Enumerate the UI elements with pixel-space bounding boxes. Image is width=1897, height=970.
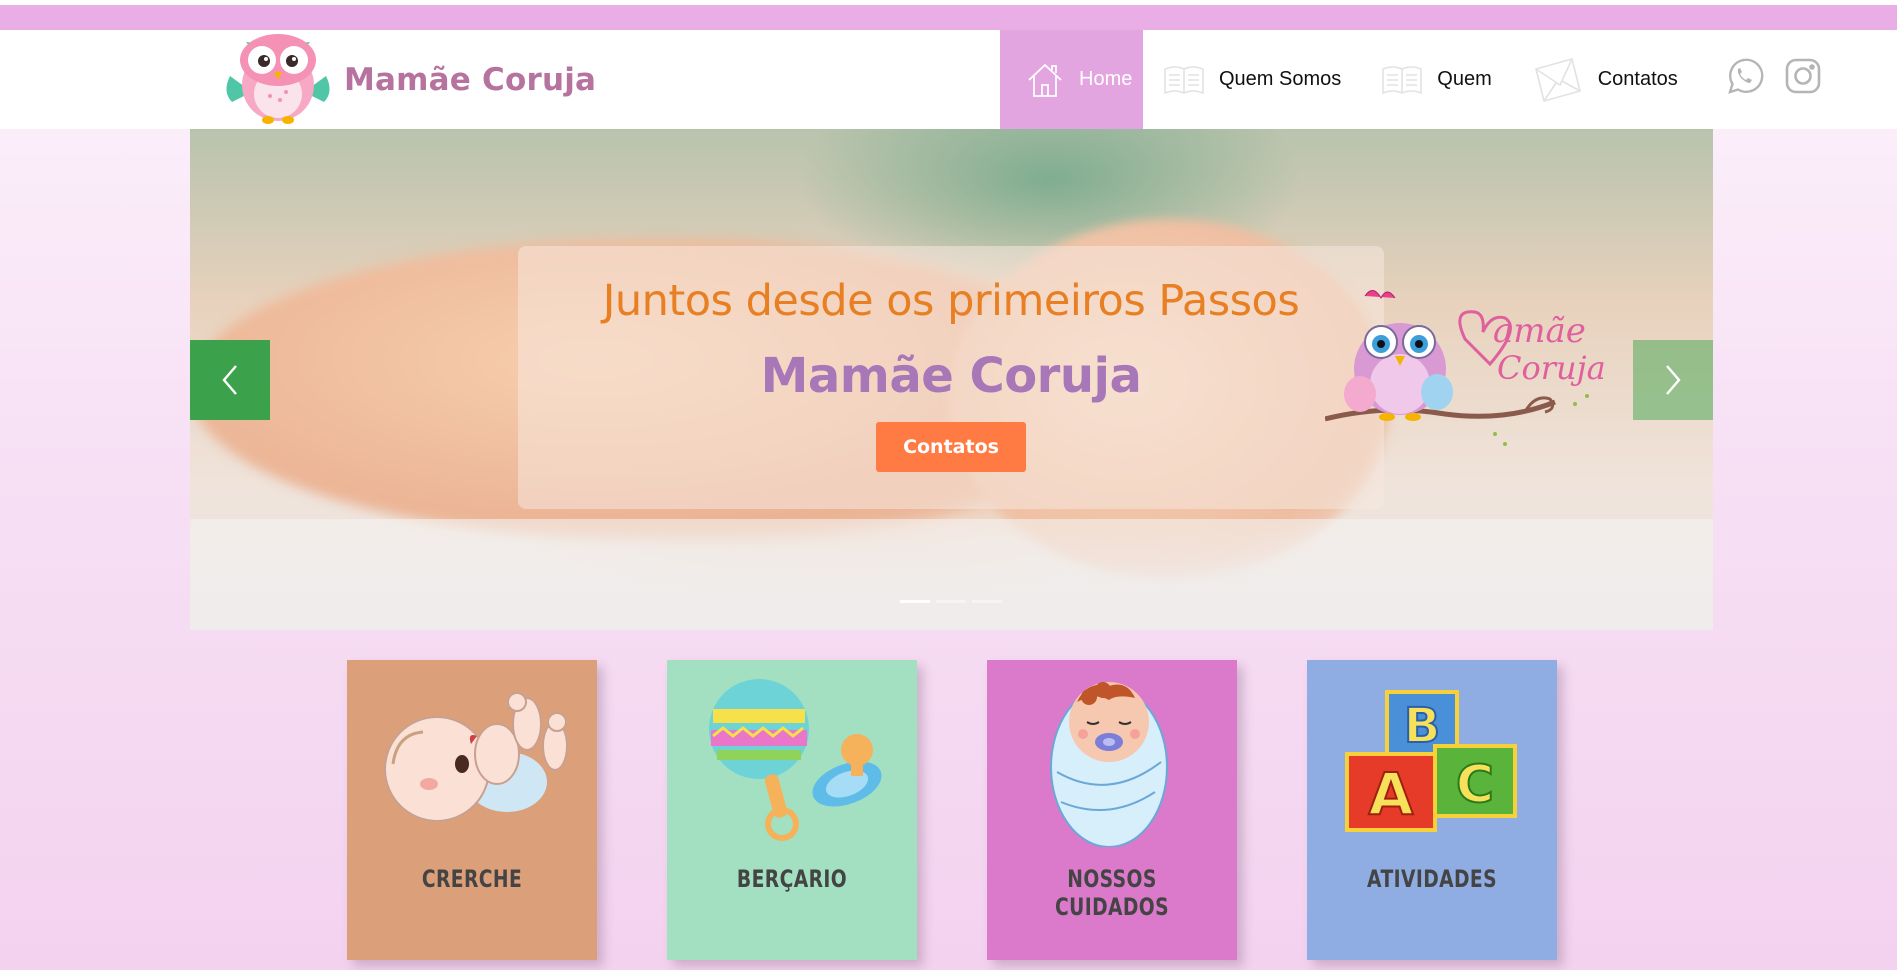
slide-title: Juntos desde os primeiros Passos: [602, 276, 1300, 326]
owl-icon: [222, 30, 334, 129]
home-icon: [1025, 60, 1065, 100]
instagram-icon[interactable]: [1784, 57, 1822, 100]
slider-indicator-3[interactable]: [972, 600, 1002, 603]
book-icon: [1163, 63, 1205, 97]
abc-blocks-icon: B A C: [1307, 674, 1557, 844]
contatos-button[interactable]: Contatos: [876, 422, 1026, 472]
slider-indicator-2[interactable]: [936, 600, 966, 603]
swaddled-baby-icon: [987, 674, 1237, 847]
slide-caption: Juntos desde os primeiros Passos Mamãe C…: [518, 246, 1384, 509]
slider-prev-button[interactable]: [190, 340, 270, 420]
card-atividades[interactable]: B A C ATIVIDADES: [1307, 660, 1557, 960]
svg-text:A: A: [1368, 760, 1413, 828]
slide-logo: amãe Coruja: [1324, 284, 1625, 469]
nav-item-contatos[interactable]: Contatos: [1512, 30, 1698, 129]
nav-label-quem-somos: Quem Somos: [1219, 68, 1342, 90]
slider-next-button[interactable]: [1633, 340, 1713, 420]
card-nossos-cuidados[interactable]: NOSSOS CUIDADOS: [987, 660, 1237, 960]
rattle-icon: [667, 674, 917, 844]
main-nav: Home Quem Somos Quem Contatos: [1000, 30, 1698, 129]
top-stripe: [0, 0, 1897, 30]
site-header: Mamãe Coruja Home Quem Somos Quem Contat…: [0, 30, 1897, 129]
chevron-left-icon: [222, 365, 237, 395]
slider-indicators: [900, 600, 1002, 603]
top-white-line: [0, 0, 1897, 5]
slide-logo-text-2: Coruja: [1497, 349, 1606, 387]
nav-label-quem: Quem: [1437, 68, 1492, 90]
slide-subtitle: Mamãe Coruja: [760, 348, 1142, 404]
hero-slider: Juntos desde os primeiros Passos Mamãe C…: [190, 129, 1713, 630]
service-cards: CRERCHE BERÇARIO NOSSOS CUIDADOS B A C A…: [347, 660, 1557, 960]
envelope-icon: [1532, 55, 1584, 105]
card-crerche[interactable]: CRERCHE: [347, 660, 597, 960]
nav-label-home: Home: [1079, 68, 1133, 90]
nav-item-quem-somos[interactable]: Quem Somos: [1143, 30, 1361, 129]
chevron-right-icon: [1666, 365, 1681, 395]
card-bercario[interactable]: BERÇARIO: [667, 660, 917, 960]
whatsapp-icon[interactable]: [1724, 56, 1764, 101]
nav-item-quem[interactable]: Quem: [1361, 30, 1511, 129]
baby-icon: [347, 674, 597, 844]
svg-text:C: C: [1455, 755, 1493, 815]
slide-logo-text-1: amãe: [1493, 311, 1586, 351]
card-label: NOSSOS CUIDADOS: [1054, 865, 1169, 921]
card-label: BERÇARIO: [736, 865, 848, 893]
nav-item-home[interactable]: Home: [1000, 30, 1143, 129]
card-label: ATIVIDADES: [1367, 865, 1497, 893]
card-label: CRERCHE: [421, 865, 523, 893]
book-icon: [1381, 63, 1423, 97]
nav-label-contatos: Contatos: [1597, 68, 1678, 90]
slider-indicator-1[interactable]: [900, 600, 930, 603]
slide-image-sheet: [190, 519, 1713, 630]
brand[interactable]: Mamãe Coruja: [222, 30, 596, 129]
brand-name: Mamãe Coruja: [344, 61, 597, 98]
social-links: [1724, 56, 1822, 101]
